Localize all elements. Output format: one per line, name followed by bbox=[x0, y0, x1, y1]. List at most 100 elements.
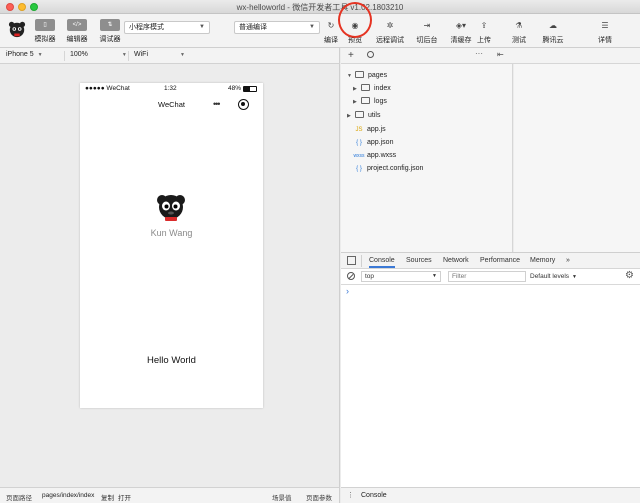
device-bar: iPhone 5 ▼ 100% ▼ WiFi ▼ bbox=[0, 48, 340, 64]
tree-item-utils[interactable]: ▶ utils bbox=[347, 110, 380, 122]
tabs-overflow-icon[interactable]: » bbox=[566, 257, 570, 264]
toolbar: ▯ 模拟器 </> 编辑器 ⇅ 调试器 小程序模式 ▼ 普通编译 ▼ ↻ 编译 … bbox=[0, 14, 640, 48]
battery-text: 48% bbox=[228, 85, 242, 92]
layers-icon: ◈▾ bbox=[455, 21, 467, 30]
console-filter-input[interactable] bbox=[448, 271, 526, 282]
tab-performance[interactable]: Performance bbox=[480, 257, 520, 264]
title-bar: wx-helloworld - 微信开发者工具 v1.02.1803210 bbox=[0, 0, 640, 14]
simulator-button[interactable]: ▯ 模拟器 bbox=[28, 19, 62, 47]
copy-link[interactable]: 复制 bbox=[101, 492, 114, 502]
page-path: pages/index/index bbox=[42, 492, 95, 499]
gear-icon[interactable]: ⚙ bbox=[625, 270, 634, 281]
page-status-bar: 页面路径 pages/index/index 复制 打开 场景值 页面参数 bbox=[0, 487, 340, 503]
compile-select[interactable]: 普通编译 ▼ bbox=[234, 21, 320, 34]
simulator-label: 模拟器 bbox=[34, 36, 56, 43]
time-text: 1:32 bbox=[164, 85, 177, 92]
tab-sources[interactable]: Sources bbox=[406, 257, 432, 264]
chevron-right-icon: ▶ bbox=[347, 113, 351, 119]
phone-nav-bar: WeChat ••• bbox=[80, 95, 263, 115]
tree-item-pages[interactable]: ▼ pages bbox=[347, 70, 387, 82]
zoom-select[interactable]: 100% ▼ bbox=[70, 51, 127, 58]
clear-console-icon[interactable] bbox=[347, 272, 355, 280]
more-icon[interactable]: ••• bbox=[213, 99, 221, 109]
mode-select-value: 小程序模式 bbox=[129, 24, 164, 31]
search-icon[interactable] bbox=[367, 51, 374, 58]
tab-network[interactable]: Network bbox=[443, 257, 469, 264]
tree-item-app-js[interactable]: JS app.js bbox=[353, 124, 386, 136]
collapse-icon[interactable]: ⇤ bbox=[497, 50, 504, 59]
devtools-drawer-bar: ⋮ Console bbox=[341, 487, 640, 503]
add-icon[interactable]: + bbox=[348, 50, 354, 61]
debugger-button[interactable]: ⇅ 调试器 bbox=[93, 19, 127, 47]
close-capsule-icon[interactable] bbox=[238, 99, 249, 110]
tree-item-app-json[interactable]: { } app.json bbox=[353, 137, 393, 149]
tree-label: app.json bbox=[367, 139, 394, 146]
mode-select[interactable]: 小程序模式 ▼ bbox=[124, 21, 210, 34]
tree-item-logs[interactable]: ▶ logs bbox=[353, 96, 387, 108]
switch-icon: ⇥ bbox=[423, 21, 431, 30]
drawer-menu-icon[interactable]: ⋮ bbox=[347, 491, 354, 499]
bear-logo-icon[interactable] bbox=[8, 20, 26, 38]
bug-icon: ✲ bbox=[386, 21, 394, 30]
phone-icon: ▯ bbox=[35, 19, 55, 31]
details-button[interactable]: ☰ 详情 bbox=[594, 20, 616, 48]
more-icon[interactable]: ··· bbox=[475, 49, 483, 58]
drawer-tab-console[interactable]: Console bbox=[361, 492, 387, 499]
chevron-down-icon: ▼ bbox=[347, 73, 352, 79]
code-icon: </> bbox=[67, 19, 87, 31]
chevron-down-icon: ▼ bbox=[121, 52, 127, 58]
folder-icon bbox=[355, 71, 364, 78]
console-prompt[interactable]: › bbox=[346, 286, 349, 296]
chevron-right-icon: ▶ bbox=[353, 99, 357, 105]
tencent-cloud-button[interactable]: ☁ 腾讯云 bbox=[540, 20, 566, 48]
devtools-tabs: Console Sources Network Performance Memo… bbox=[341, 252, 640, 269]
remote-debug-button[interactable]: ✲ 远程调试 bbox=[374, 20, 406, 48]
tree-item-project-config[interactable]: { } project.config.json bbox=[353, 163, 423, 175]
tab-memory[interactable]: Memory bbox=[530, 257, 555, 264]
console-filter-bar: top▼ Default levels▼ ⚙ bbox=[341, 269, 640, 285]
page-params-button[interactable]: 页面参数 bbox=[306, 492, 332, 502]
window-title: wx-helloworld - 微信开发者工具 v1.02.1803210 bbox=[236, 3, 404, 12]
file-tree: ▼ pages ▶ index ▶ logs ▶ utils JS app.js { } a… bbox=[341, 64, 513, 252]
tree-item-index[interactable]: ▶ index bbox=[353, 83, 391, 95]
compile-button[interactable]: ↻ 编译 bbox=[322, 20, 340, 48]
phone-screen[interactable]: ●●●●● WeChat 1:32 48% WeChat ••• Kun Wan… bbox=[80, 83, 263, 408]
context-value: top bbox=[365, 273, 375, 280]
tab-console[interactable]: Console bbox=[369, 257, 395, 268]
context-select[interactable]: top ▼ bbox=[361, 271, 441, 282]
levels-select[interactable]: Default levels ▼ bbox=[530, 273, 577, 280]
test-button[interactable]: ⚗ 测试 bbox=[508, 20, 530, 48]
divider bbox=[64, 51, 65, 61]
tree-label: index bbox=[374, 85, 391, 92]
details-label: 详情 bbox=[598, 37, 612, 44]
levels-value: Default levels bbox=[530, 273, 570, 280]
compile-select-value: 普通编译 bbox=[239, 24, 267, 31]
editor-button[interactable]: </> 编辑器 bbox=[60, 19, 94, 47]
tree-item-app-wxss[interactable]: wxss app.wxss bbox=[353, 150, 396, 162]
tree-label: pages bbox=[368, 72, 388, 79]
nav-title: WeChat bbox=[158, 100, 185, 109]
avatar[interactable] bbox=[156, 192, 186, 222]
background-label: 切后台 bbox=[416, 37, 438, 44]
divider bbox=[128, 51, 129, 61]
open-link[interactable]: 打开 bbox=[118, 492, 131, 502]
editor-area[interactable] bbox=[514, 64, 640, 252]
device-select[interactable]: iPhone 5 ▼ bbox=[6, 51, 43, 58]
network-select[interactable]: WiFi ▼ bbox=[134, 51, 185, 58]
tree-label: app.js bbox=[367, 126, 386, 133]
clear-cache-button[interactable]: ◈▾ 清缓存 bbox=[449, 20, 473, 48]
scene-button[interactable]: 场景值 bbox=[272, 492, 292, 502]
tree-label: app.wxss bbox=[367, 152, 397, 159]
compile-label: 编译 bbox=[324, 37, 338, 44]
network-value: WiFi bbox=[134, 51, 148, 58]
chevron-down-icon: ▼ bbox=[37, 52, 43, 58]
json-file-icon: { } bbox=[356, 166, 362, 172]
upload-button[interactable]: ⇪ 上传 bbox=[474, 20, 494, 48]
js-file-icon: JS bbox=[355, 127, 363, 133]
folder-icon bbox=[361, 84, 370, 91]
background-button[interactable]: ⇥ 切后台 bbox=[415, 20, 439, 48]
console-output[interactable]: › bbox=[341, 285, 640, 487]
simulator-area: ●●●●● WeChat 1:32 48% WeChat ••• Kun Wan… bbox=[0, 64, 340, 487]
inspect-icon[interactable] bbox=[347, 256, 356, 265]
hello-text: Hello World bbox=[147, 355, 196, 366]
